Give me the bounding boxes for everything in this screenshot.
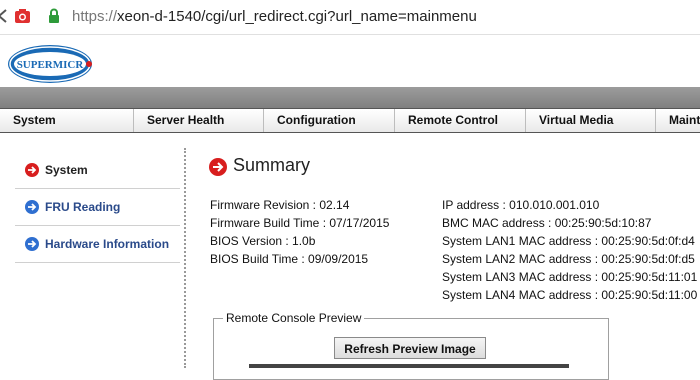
info-label: Firmware Build Time : bbox=[210, 216, 327, 230]
info-row: BIOS Version : 1.0b bbox=[210, 232, 389, 250]
sidebar-item-label: Hardware Information bbox=[45, 237, 170, 251]
menu-remote-control[interactable]: Remote Control bbox=[395, 109, 526, 132]
firmware-info: Firmware Revision : 02.14 Firmware Build… bbox=[210, 196, 389, 268]
back-icon[interactable] bbox=[0, 9, 8, 23]
info-value: 00:25:90:5d:11:00 bbox=[601, 288, 698, 302]
sidebar-item-fru-reading[interactable]: FRU Reading bbox=[15, 189, 180, 226]
menu-maintenance[interactable]: Maint bbox=[656, 109, 700, 132]
sidebar-divider bbox=[184, 148, 186, 368]
info-value: 1.0b bbox=[292, 234, 316, 248]
info-value: 07/17/2015 bbox=[329, 216, 390, 230]
url-path: xeon-d-1540/cgi/url_redirect.cgi?url_nam… bbox=[117, 8, 477, 25]
info-row: System LAN4 MAC address : 00:25:90:5d:11… bbox=[442, 286, 697, 304]
info-row: IP address : 010.010.001.010 bbox=[442, 196, 697, 214]
header-band bbox=[0, 87, 700, 109]
info-label: System LAN3 MAC address : bbox=[442, 270, 599, 284]
info-row: System LAN3 MAC address : 00:25:90:5d:11… bbox=[442, 268, 697, 286]
refresh-preview-button[interactable]: Refresh Preview Image bbox=[334, 337, 486, 359]
top-menu: System Server Health Configuration Remot… bbox=[0, 108, 700, 133]
info-value: 00:25:90:5d:0f:d4 bbox=[601, 234, 695, 248]
info-label: BIOS Build Time : bbox=[210, 252, 305, 266]
info-row: Firmware Build Time : 07/17/2015 bbox=[210, 214, 389, 232]
arrow-right-red-icon bbox=[209, 158, 227, 176]
network-info: IP address : 010.010.001.010 BMC MAC add… bbox=[442, 196, 697, 304]
svg-text:SUPERMICR: SUPERMICR bbox=[17, 59, 85, 71]
menu-system[interactable]: System bbox=[0, 109, 134, 132]
info-row: System LAN2 MAC address : 00:25:90:5d:0f… bbox=[442, 250, 697, 268]
arrow-right-blue-icon bbox=[25, 200, 39, 214]
menu-configuration[interactable]: Configuration bbox=[264, 109, 395, 132]
info-value: 09/09/2015 bbox=[308, 252, 369, 266]
remote-console-legend: Remote Console Preview bbox=[223, 311, 365, 325]
info-value: 00:25:90:5d:0f:d5 bbox=[601, 252, 695, 266]
summary-title: Summary bbox=[233, 155, 311, 175]
info-label: IP address : bbox=[442, 198, 506, 212]
sidebar-item-hardware-information[interactable]: Hardware Information bbox=[15, 226, 180, 263]
info-value: 00:25:90:5d:11:01 bbox=[601, 270, 698, 284]
info-label: System LAN1 MAC address : bbox=[442, 234, 599, 248]
info-row: Firmware Revision : 02.14 bbox=[210, 196, 389, 214]
info-label: BMC MAC address : bbox=[442, 216, 552, 230]
info-value: 010.010.001.010 bbox=[509, 198, 600, 212]
menu-server-health[interactable]: Server Health bbox=[134, 109, 264, 132]
supermicro-logo: SUPERMICR bbox=[8, 45, 92, 83]
sidebar-item-system[interactable]: System bbox=[15, 152, 180, 189]
info-label: System LAN2 MAC address : bbox=[442, 252, 599, 266]
sidebar-item-label: FRU Reading bbox=[45, 200, 121, 214]
info-value: 00:25:90:5d:10:87 bbox=[554, 216, 652, 230]
recording-icon[interactable] bbox=[14, 8, 31, 25]
lock-icon bbox=[49, 8, 59, 23]
sidebar-item-label: System bbox=[45, 163, 88, 177]
info-label: System LAN4 MAC address : bbox=[442, 288, 599, 302]
info-row: System LAN1 MAC address : 00:25:90:5d:0f… bbox=[442, 232, 697, 250]
browser-address-bar: https://xeon-d-1540/cgi/url_redirect.cgi… bbox=[0, 0, 700, 35]
console-preview-image[interactable] bbox=[249, 364, 569, 368]
info-value: 02.14 bbox=[319, 198, 350, 212]
info-label: Firmware Revision : bbox=[210, 198, 317, 212]
arrow-right-blue-icon bbox=[25, 237, 39, 251]
info-row: BMC MAC address : 00:25:90:5d:10:87 bbox=[442, 214, 697, 232]
info-row: BIOS Build Time : 09/09/2015 bbox=[210, 250, 389, 268]
url-scheme: https:// bbox=[72, 8, 118, 25]
info-label: BIOS Version : bbox=[210, 234, 289, 248]
sidebar: System FRU Reading Hardware Information bbox=[15, 152, 180, 263]
url-field[interactable]: https://xeon-d-1540/cgi/url_redirect.cgi… bbox=[72, 8, 477, 25]
arrow-right-red-icon bbox=[25, 163, 39, 177]
menu-virtual-media[interactable]: Virtual Media bbox=[526, 109, 656, 132]
